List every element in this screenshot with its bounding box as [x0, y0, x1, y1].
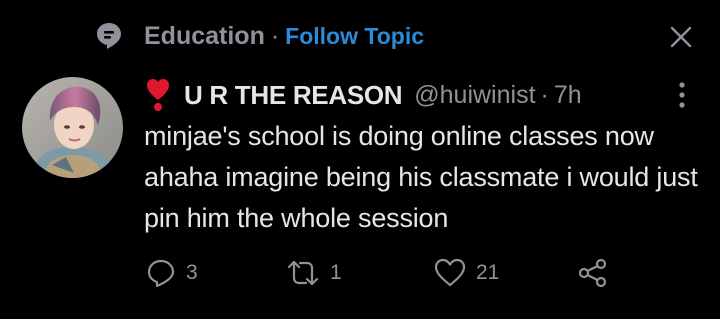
reply-button[interactable]: 3	[146, 255, 198, 291]
topic-speech-bubble-icon	[97, 23, 121, 49]
more-vertical-icon[interactable]	[676, 80, 688, 110]
timestamp[interactable]: 7h	[554, 81, 582, 110]
topic-name: Education	[144, 21, 265, 50]
close-icon[interactable]	[668, 24, 694, 50]
follow-topic-link[interactable]: Follow Topic	[285, 23, 424, 50]
tweet-text: minjae's school is doing online classes …	[144, 121, 698, 233]
retweet-icon	[287, 260, 319, 286]
tweet-header: U R THE REASON @huiwinist · 7h	[146, 78, 582, 112]
reply-count: 3	[186, 261, 198, 284]
heart-exclamation-emoji	[147, 79, 169, 111]
like-heart-icon	[434, 258, 466, 287]
like-count: 21	[476, 261, 500, 284]
reply-icon	[147, 259, 175, 288]
retweet-count: 1	[330, 261, 342, 284]
topic-row: Education · Follow Topic	[96, 18, 424, 54]
like-button[interactable]: 21	[434, 255, 499, 291]
avatar-image	[22, 77, 123, 178]
topic-separator: ·	[270, 21, 280, 50]
avatar[interactable]	[22, 77, 123, 178]
share-icon	[578, 258, 607, 288]
display-name[interactable]: U R THE REASON	[184, 80, 403, 111]
retweet-button[interactable]: 1	[286, 255, 342, 291]
tweet-actions: 3 1 21	[146, 255, 626, 291]
share-button[interactable]	[578, 255, 608, 291]
user-handle[interactable]: @huiwinist	[414, 81, 535, 110]
header-separator: ·	[540, 80, 549, 109]
